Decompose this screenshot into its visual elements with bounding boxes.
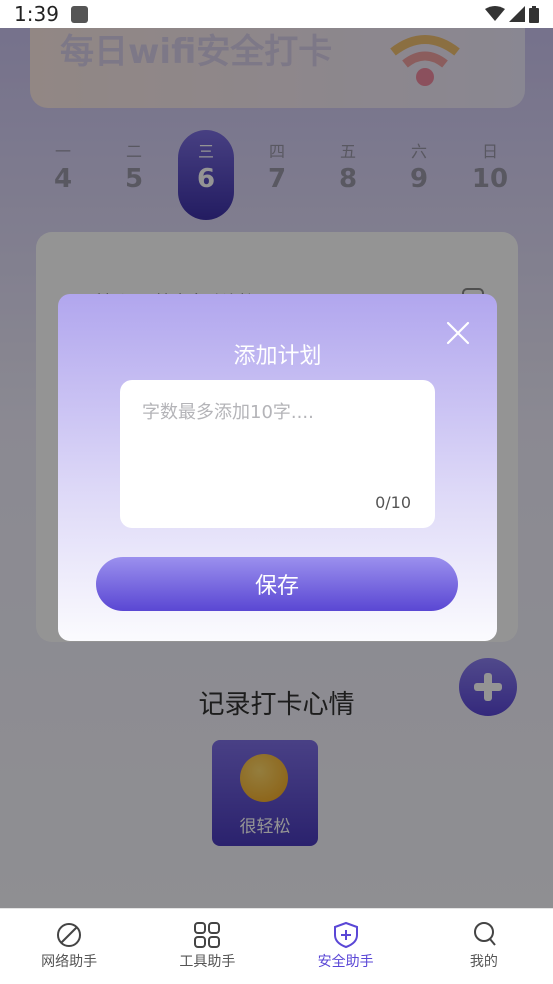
save-button[interactable]: 保存 (96, 557, 458, 611)
person-icon (473, 922, 496, 946)
plan-text-input[interactable] (142, 398, 417, 484)
signal-icon (509, 6, 525, 22)
nav-item-mine[interactable]: 我的 (415, 909, 553, 984)
nav-label: 我的 (469, 954, 498, 970)
add-plan-dialog: 添加计划 0/10 保存 (58, 294, 497, 641)
nav-item-tools-assistant[interactable]: 工具助手 (138, 909, 276, 984)
wifi-icon (485, 6, 505, 21)
bottom-nav: 网络助手 工具助手 安全助手 我的 (0, 908, 553, 984)
notification-icon (70, 5, 88, 23)
close-icon[interactable] (445, 320, 471, 346)
nav-label: 网络助手 (41, 954, 98, 970)
battery-icon (529, 5, 539, 23)
leaf-icon (57, 923, 82, 947)
nav-item-network-assistant[interactable]: 网络助手 (0, 909, 138, 984)
status-time: 1:39 (14, 2, 59, 26)
nav-label: 工具助手 (179, 954, 236, 970)
char-counter: 0/10 (375, 493, 411, 512)
dialog-title: 添加计划 (233, 344, 322, 369)
nav-label: 安全助手 (317, 954, 374, 970)
status-bar: 1:39 (0, 0, 553, 28)
grid-icon (194, 922, 221, 948)
status-icons (485, 5, 539, 23)
plan-input-box: 0/10 (120, 380, 435, 528)
shield-plus-icon (333, 921, 358, 949)
nav-item-security-assistant[interactable]: 安全助手 (277, 909, 415, 984)
